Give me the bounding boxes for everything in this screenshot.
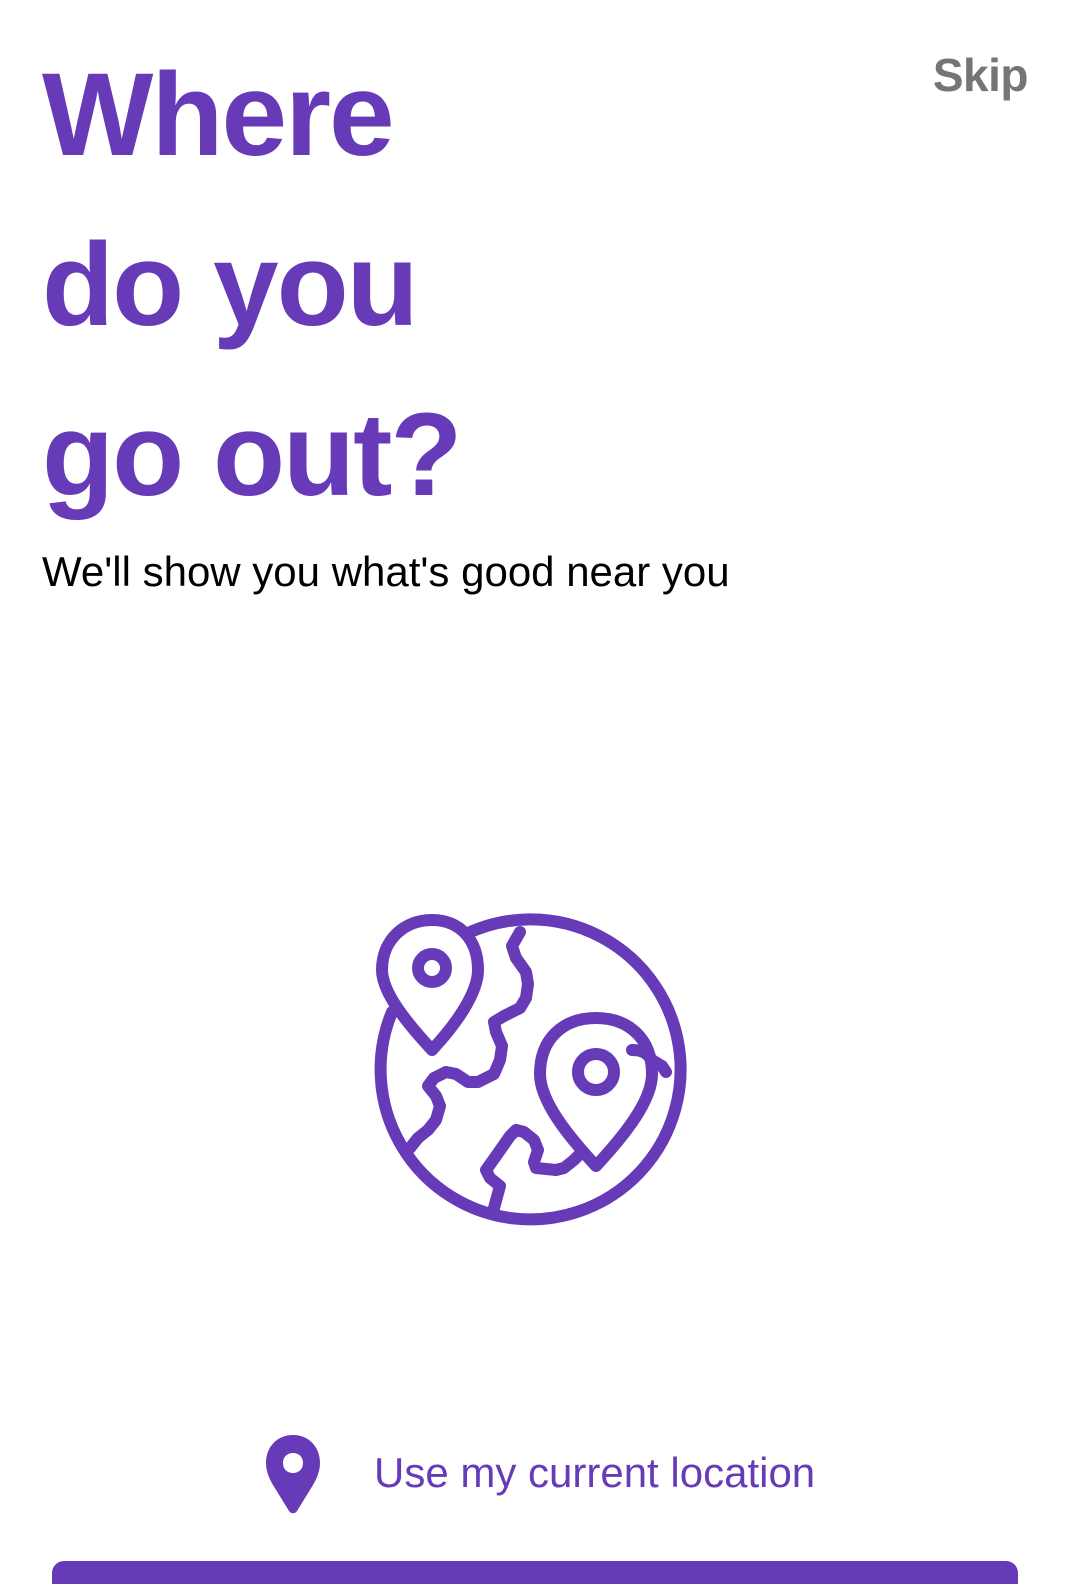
page-subtitle: We'll show you what's good near you bbox=[42, 548, 730, 595]
page-title: Where do you go out? bbox=[42, 30, 462, 540]
title-line-2: do you bbox=[42, 219, 419, 351]
use-current-location-button[interactable]: Use my current location bbox=[260, 1428, 815, 1518]
use-current-location-label: Use my current location bbox=[374, 1449, 816, 1496]
title-line-3: go out? bbox=[42, 389, 462, 521]
continue-button[interactable] bbox=[52, 1561, 1018, 1584]
skip-button[interactable]: Skip bbox=[933, 48, 1029, 102]
globe-with-location-pins-icon bbox=[374, 913, 687, 1226]
title-line-1: Where bbox=[42, 49, 395, 181]
location-pin-icon bbox=[266, 1435, 320, 1514]
